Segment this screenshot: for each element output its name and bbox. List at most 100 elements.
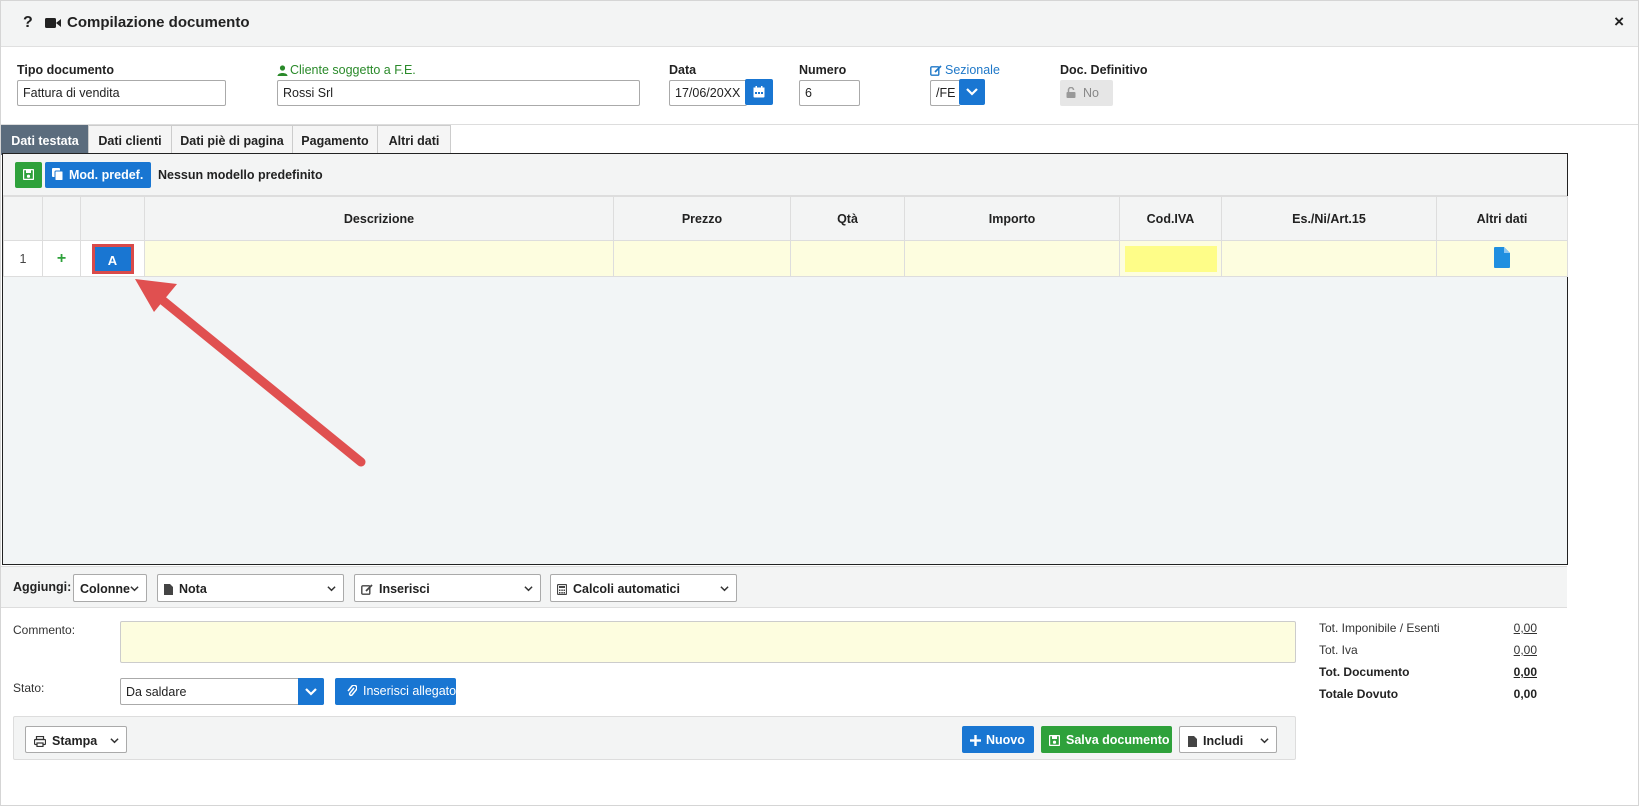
dialog-titlebar: ? Compilazione documento ×: [1, 1, 1638, 47]
chevron-down-icon: [524, 586, 533, 592]
help-icon[interactable]: ?: [23, 14, 33, 32]
colonne-dropdown[interactable]: Colonne: [73, 574, 147, 602]
qta-cell[interactable]: [790, 240, 905, 277]
numero-input[interactable]: 6: [799, 80, 860, 106]
totale-dovuto-label: Totale Dovuto: [1319, 687, 1399, 701]
sezionale-field: Sezionale /FE: [930, 63, 1000, 106]
cliente-field: Cliente soggetto a F.E. Rossi Srl: [277, 63, 640, 106]
prezzo-cell[interactable]: [613, 240, 791, 277]
tot-documento-row: Tot. Documento 0,00: [1319, 665, 1539, 687]
chevron-down-icon: [130, 586, 139, 592]
row-type-button[interactable]: A: [92, 244, 133, 273]
col-header-qta[interactable]: Qtà: [790, 196, 905, 241]
floppy-icon: [1049, 735, 1060, 746]
doc-definitivo-toggle[interactable]: No: [1060, 80, 1113, 106]
nota-dropdown[interactable]: Nota: [157, 574, 344, 602]
numero-label: Numero: [799, 63, 847, 77]
calcoli-label: Calcoli automatici: [573, 582, 680, 596]
tot-documento-label: Tot. Documento: [1319, 665, 1410, 679]
document-dialog: ? Compilazione documento × Tipo document…: [0, 0, 1639, 806]
descrizione-cell[interactable]: [144, 240, 614, 277]
cliente-input[interactable]: Rossi Srl: [277, 80, 640, 106]
sezionale-input[interactable]: /FE: [930, 80, 960, 106]
mod-predef-label: Mod. predef.: [69, 168, 144, 182]
stampa-button[interactable]: Stampa: [25, 726, 127, 753]
tot-imponibile-row: Tot. Imponibile / Esenti 0,00: [1319, 621, 1539, 643]
stato-label: Stato:: [13, 681, 45, 695]
col-header-descrizione[interactable]: Descrizione: [144, 196, 614, 241]
calcoli-automatici-dropdown[interactable]: Calcoli automatici: [550, 574, 737, 602]
col-header-add: [42, 196, 81, 241]
mod-predef-button[interactable]: Mod. predef.: [45, 162, 151, 188]
tot-imponibile-value[interactable]: 0,00: [1514, 621, 1537, 635]
salva-documento-button[interactable]: Salva documento: [1041, 726, 1172, 753]
video-camera-icon[interactable]: [45, 17, 61, 29]
tab-pagamento[interactable]: Pagamento: [292, 125, 378, 155]
includi-button[interactable]: Includi: [1179, 726, 1277, 753]
col-header-altri-dati[interactable]: Altri dati: [1436, 196, 1568, 241]
nuovo-button[interactable]: Nuovo: [962, 726, 1034, 753]
nuovo-label: Nuovo: [986, 733, 1025, 747]
add-row-icon[interactable]: +: [42, 240, 81, 277]
stampa-label: Stampa: [52, 734, 98, 748]
cod-iva-cell[interactable]: [1119, 240, 1222, 277]
lines-toolbar: Mod. predef. Nessun modello predefinito: [3, 154, 1567, 196]
col-header-esenzione[interactable]: Es./Ni/Art.15: [1221, 196, 1437, 241]
calendar-button[interactable]: [745, 79, 773, 105]
footer-action-bar: Stampa Nuovo Salva documento Includi: [13, 716, 1296, 760]
calendar-icon: [753, 86, 765, 98]
totale-dovuto-row: Totale Dovuto 0,00: [1319, 687, 1539, 709]
importo-cell[interactable]: [904, 240, 1120, 277]
tipo-documento-input[interactable]: Fattura di vendita: [17, 80, 226, 106]
floppy-icon: [23, 169, 34, 180]
inserisci-allegato-button[interactable]: Inserisci allegato: [335, 678, 456, 705]
document-lines-panel: Mod. predef. Nessun modello predefinito …: [2, 153, 1568, 565]
totale-dovuto-value: 0,00: [1513, 687, 1537, 701]
close-icon[interactable]: ×: [1614, 12, 1624, 32]
chevron-down-icon: [327, 586, 336, 592]
commento-label: Commento:: [13, 623, 76, 637]
altri-dati-cell[interactable]: [1436, 240, 1568, 277]
tab-dati-clienti[interactable]: Dati clienti: [88, 125, 172, 155]
chevron-down-icon: [966, 88, 978, 96]
col-header-prezzo[interactable]: Prezzo: [613, 196, 791, 241]
add-bar: Aggiungi: Colonne Nota Inserisci Calcoli…: [1, 566, 1567, 608]
tot-iva-label: Tot. Iva: [1319, 643, 1358, 657]
save-model-button[interactable]: [15, 162, 42, 188]
col-header-cod-iva[interactable]: Cod.IVA: [1119, 196, 1222, 241]
edit-icon: [361, 584, 373, 595]
colonne-label: Colonne: [80, 582, 130, 596]
sezionale-label[interactable]: Sezionale: [930, 63, 1000, 77]
tab-dati-testata[interactable]: Dati testata: [1, 125, 89, 155]
document-icon[interactable]: [1494, 246, 1510, 268]
inserisci-dropdown[interactable]: Inserisci: [354, 574, 541, 602]
stato-dropdown-button[interactable]: [298, 678, 324, 705]
data-label: Data: [669, 63, 697, 77]
chevron-down-icon: [305, 688, 317, 696]
document-header-form: Tipo documento Fattura di vendita Client…: [1, 47, 1638, 125]
data-input[interactable]: 17/06/20XX: [669, 80, 747, 106]
tot-iva-value[interactable]: 0,00: [1514, 643, 1537, 657]
col-header-importo[interactable]: Importo: [904, 196, 1120, 241]
tab-dati-pie-di-pagina[interactable]: Dati piè di pagina: [171, 125, 293, 155]
sezionale-dropdown-button[interactable]: [959, 79, 985, 105]
tot-imponibile-label: Tot. Imponibile / Esenti: [1319, 621, 1440, 635]
commento-textarea[interactable]: [120, 621, 1296, 663]
chevron-down-icon: [720, 586, 729, 592]
cliente-label[interactable]: Cliente soggetto a F.E.: [277, 63, 640, 77]
calculator-icon: [557, 584, 567, 595]
unlock-icon: [1066, 87, 1076, 98]
totals-box: Tot. Imponibile / Esenti 0,00 Tot. Iva 0…: [1319, 621, 1539, 709]
esenzione-cell[interactable]: [1221, 240, 1437, 277]
cod-iva-input[interactable]: [1124, 245, 1217, 272]
stato-select[interactable]: Da saldare: [120, 678, 324, 705]
no-model-text: Nessun modello predefinito: [158, 168, 323, 182]
col-header-num: [3, 196, 43, 241]
tot-documento-value[interactable]: 0,00: [1514, 665, 1537, 679]
chevron-down-icon: [110, 738, 119, 744]
row-type-cell: A: [80, 240, 145, 277]
table-header-row: Descrizione Prezzo Qtà Importo Cod.IVA E…: [3, 196, 1568, 241]
data-field: Data 17/06/20XX: [669, 63, 773, 106]
tipo-documento-label: Tipo documento: [17, 63, 114, 77]
tab-altri-dati[interactable]: Altri dati: [377, 125, 451, 155]
